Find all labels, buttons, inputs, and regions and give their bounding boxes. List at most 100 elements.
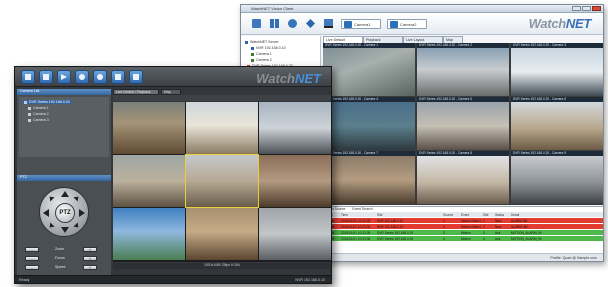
close-button[interactable] (592, 6, 601, 11)
tab-map[interactable]: Map (443, 36, 463, 43)
ptz-minus-button[interactable]: - (25, 265, 39, 270)
home-icon[interactable] (21, 70, 35, 84)
event-row[interactable]: Event2015/01/01 10:23:35DVR Series 192.1… (323, 230, 603, 235)
front-status-left: Ready (19, 278, 30, 282)
camera-feed-tile[interactable] (259, 155, 331, 207)
camera-list-header: Camera List (17, 89, 111, 95)
minimize-button[interactable] (572, 6, 581, 11)
arrow-downright-icon[interactable] (73, 222, 81, 230)
camera-feed-tile[interactable] (113, 155, 185, 207)
camera-tile[interactable]: DVR Series 192.168.0.20 - Camera 6 (511, 97, 603, 150)
front-status-right: NVR 192.168.0.10 (295, 278, 325, 282)
ptz-panel-header: PTZ (17, 175, 111, 181)
tree-item-label: NVR 192.168.0.10 (256, 46, 286, 50)
front-left-panel: Camera List DVR Series 192.168.0.20 Camer… (17, 89, 111, 281)
event-cell: New (495, 224, 502, 229)
event-column-header[interactable]: Event (461, 213, 469, 217)
arrow-down-icon[interactable] (61, 227, 69, 233)
camera-feed-tile[interactable] (113, 208, 185, 260)
arrow-left-icon[interactable] (43, 209, 49, 217)
tree-item[interactable]: DVR Series 192.168.0.20 (22, 100, 72, 104)
camera-select-2[interactable]: Camera2 (387, 19, 427, 29)
settings-icon[interactable] (111, 70, 125, 84)
front-toolbar: WatchNET (15, 67, 331, 87)
tree-item[interactable]: Camera 1 (251, 52, 272, 57)
layout-icon[interactable] (249, 17, 264, 30)
event-column-header[interactable]: Time (341, 213, 348, 217)
search-icon[interactable] (75, 70, 89, 84)
tree-item[interactable]: WatchNET Server (245, 40, 279, 45)
ptz-plus-button[interactable]: + (83, 265, 97, 270)
event-column-header[interactable]: Detail (511, 213, 519, 217)
ptz-plus-button[interactable]: + (83, 247, 97, 252)
ptz-center-button[interactable]: PTZ (55, 203, 75, 223)
event-row[interactable]: Alarm2015/01/01 10:23:34NVR 192.168.0.10… (323, 224, 603, 229)
camera-tile[interactable]: DVR Series 192.168.0.20 - Camera 1 (323, 43, 415, 96)
camera-feed-tile[interactable] (185, 154, 259, 208)
help-icon[interactable] (129, 70, 143, 84)
camera-feed-tile[interactable] (259, 102, 331, 154)
tab-live-default[interactable]: Live Default (323, 36, 363, 43)
front-device-tree: DVR Series 192.168.0.20 Camera 1 Camera 2 C… (19, 97, 109, 157)
tree-item[interactable]: NVR 192.168.0.10 (251, 46, 286, 51)
ptz-control-label: Focus (55, 256, 65, 260)
device-icon (251, 52, 254, 56)
tab-live-layout[interactable]: Live Layout (403, 36, 443, 43)
event-cell: 4 (483, 236, 485, 241)
device-icon (251, 58, 254, 62)
camera-tile[interactable]: DVR Series 192.168.0.20 - Camera 2 (417, 43, 509, 96)
tree-item-label: Camera 1 (256, 52, 272, 56)
arrow-up-icon[interactable] (61, 191, 69, 197)
arrow-downleft-icon[interactable] (47, 222, 55, 230)
camera-tile[interactable]: DVR Series 192.168.0.20 - Camera 5 (417, 97, 509, 150)
event-table-header: TypeTimeSiteSourceEventSiteStatusDetail (323, 212, 603, 217)
camera-select-2-label: Camera2 (400, 22, 417, 27)
grid-icon[interactable] (39, 70, 53, 84)
camera-feed-tile[interactable] (186, 102, 258, 154)
tree-item[interactable]: Camera 3 (28, 118, 49, 122)
back-camera-grid: DVR Series 192.168.0.20 - Camera 1 DVR Se… (323, 43, 603, 205)
display-icon[interactable] (321, 17, 336, 30)
arrow-right-icon[interactable] (79, 209, 85, 217)
back-view-tabs: Live Default Playback Live Layout Map (323, 36, 603, 43)
event-cell: NVR 192.168.0.10 (377, 224, 404, 229)
event-row[interactable]: Alarm2015/01/01 10:23:33NVR 192.168.0.10… (323, 218, 603, 223)
event-column-header[interactable]: Site (483, 213, 489, 217)
play-icon[interactable] (57, 70, 71, 84)
camera-tile[interactable]: DVR Series 192.168.0.20 - Camera 3 (511, 43, 603, 96)
arrows-icon[interactable] (303, 17, 318, 30)
event-column-header[interactable]: Source (443, 213, 453, 217)
tab-event-search[interactable]: Event Search (346, 207, 372, 211)
event-cell: NVR 192.168.0.10 (377, 218, 404, 223)
ptz-plus-button[interactable]: + (83, 256, 97, 261)
camera-feed-tile[interactable] (259, 208, 331, 260)
camera-feed-image (417, 156, 509, 204)
tree-item[interactable]: Camera 1 (28, 106, 49, 110)
camera-tile[interactable]: DVR Series 192.168.0.20 - Camera 7 (323, 151, 415, 204)
event-cell: 1 (483, 218, 485, 223)
tree-item[interactable]: Camera 2 (251, 58, 272, 63)
arrow-upleft-icon[interactable] (47, 194, 55, 202)
device-icon (245, 40, 248, 44)
ptz-joystick[interactable]: PTZ (39, 187, 89, 237)
camera-tile[interactable]: DVR Series 192.168.0.20 - Camera 8 (417, 151, 509, 204)
camera-tile[interactable]: DVR Series 192.168.0.20 - Camera 4 (323, 97, 415, 150)
ptz-icon[interactable] (285, 17, 300, 30)
grid-icon[interactable] (267, 17, 282, 30)
maximize-button[interactable] (582, 6, 591, 11)
event-cell: 2015/01/01 10:23:34 (341, 224, 371, 229)
camera-feed-tile[interactable] (113, 102, 185, 154)
arrow-upright-icon[interactable] (73, 194, 81, 202)
ptz-minus-button[interactable]: - (25, 247, 39, 252)
event-column-header[interactable]: Status (495, 213, 504, 217)
event-row[interactable]: Event2015/01/01 10:23:36DVR Series 192.1… (323, 236, 603, 241)
camera-feed-tile[interactable] (186, 208, 258, 260)
tree-item[interactable]: Camera 2 (28, 112, 49, 116)
event-column-header[interactable]: Site (377, 213, 383, 217)
camera-select-1[interactable]: Camera1 (341, 19, 381, 29)
globe-icon[interactable] (93, 70, 107, 84)
camera-feed-image (323, 102, 415, 150)
ptz-minus-button[interactable]: - (25, 256, 39, 261)
tab-playback[interactable]: Playback (363, 36, 403, 43)
camera-tile[interactable]: DVR Series 192.168.0.20 - Camera 9 (511, 151, 603, 204)
